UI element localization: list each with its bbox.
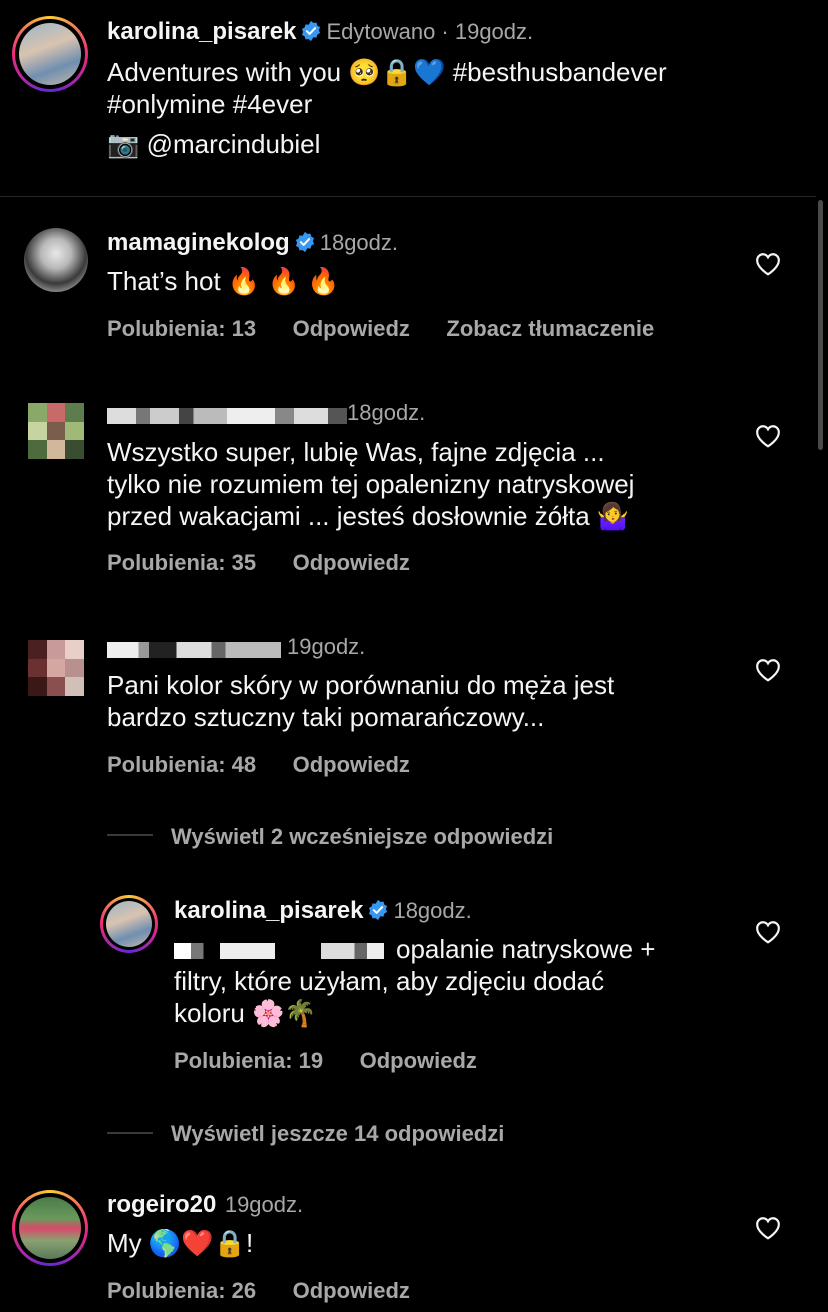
heart-icon[interactable] xyxy=(755,920,781,944)
commenter-avatar[interactable] xyxy=(24,228,88,292)
commenter-avatar[interactable] xyxy=(28,403,84,459)
reply-button[interactable]: Odpowiedz xyxy=(293,550,410,575)
comment-time: 19godz. xyxy=(224,1192,304,1217)
comment-time: 18godz. xyxy=(347,400,426,425)
replies-divider xyxy=(107,834,153,836)
comment-time: 18godz. xyxy=(319,230,399,255)
post-author-username[interactable]: karolina_pisarek xyxy=(107,18,296,45)
reply-author-avatar xyxy=(106,901,152,947)
likes-count[interactable]: Polubienia: 13 xyxy=(107,316,256,341)
post-meta: Edytowano · 19godz. xyxy=(326,19,534,44)
commenter-avatar-ring[interactable] xyxy=(12,1190,88,1266)
censored-mention xyxy=(174,943,384,960)
likes-count[interactable]: Polubienia: 26 xyxy=(107,1278,256,1303)
view-earlier-replies-button[interactable]: Wyświetl 2 wcześniejsze odpowiedzi xyxy=(171,824,553,850)
verified-badge-icon xyxy=(369,899,388,921)
comment-text-line: bardzo sztuczny taki pomarańczowy... xyxy=(107,702,545,732)
replies-divider xyxy=(107,1132,153,1134)
post-caption-line2: #onlymine #4ever xyxy=(107,89,313,119)
comment-text: My 🌎❤️🔒! xyxy=(107,1228,254,1258)
verified-badge-icon xyxy=(302,20,321,42)
likes-count[interactable]: Polubienia: 19 xyxy=(174,1048,323,1073)
commenter-avatar xyxy=(19,1197,81,1259)
comment-time: 19godz. xyxy=(287,634,366,659)
post-caption-line1: Adventures with you 🥺🔒💙 #besthusbandever xyxy=(107,57,667,87)
reply-button[interactable]: Odpowiedz xyxy=(293,316,410,341)
reply-button[interactable]: Odpowiedz xyxy=(360,1048,477,1073)
heart-icon[interactable] xyxy=(755,252,781,276)
photo-credit[interactable]: 📷 @marcindubiel xyxy=(107,128,320,160)
reply-text-line: opalanie natryskowe + xyxy=(396,934,656,964)
caption-divider xyxy=(0,196,816,197)
commenter-avatar[interactable] xyxy=(28,640,84,696)
reply-time: 18godz. xyxy=(393,898,472,923)
reply-button[interactable]: Odpowiedz xyxy=(293,1278,410,1303)
heart-icon[interactable] xyxy=(755,424,781,448)
heart-icon[interactable] xyxy=(755,658,781,682)
see-translation-button[interactable]: Zobacz tłumaczenie xyxy=(446,316,654,341)
commenter-username[interactable]: rogeiro20 xyxy=(107,1191,216,1218)
reply-text-line: filtry, które użyłam, aby zdjęciu dodać xyxy=(174,966,605,996)
censored-username xyxy=(107,407,347,424)
comment-text-line: przed wakacjami ... jesteś dosłownie żół… xyxy=(107,501,630,531)
comment-text-line: Wszystko super, lubię Was, fajne zdjęcia… xyxy=(107,437,605,467)
heart-icon[interactable] xyxy=(755,1216,781,1240)
verified-badge-icon xyxy=(295,231,314,253)
reply-button[interactable]: Odpowiedz xyxy=(293,752,410,777)
commenter-username[interactable]: mamaginekolog xyxy=(107,229,290,256)
post-author-avatar xyxy=(19,23,81,85)
reply-text-line: koloru 🌸🌴 xyxy=(174,998,317,1028)
reply-author-username[interactable]: karolina_pisarek xyxy=(174,897,363,924)
likes-count[interactable]: Polubienia: 35 xyxy=(107,550,256,575)
scrollbar[interactable] xyxy=(818,200,823,450)
censored-username xyxy=(107,641,281,658)
comment-text-line: tylko nie rozumiem tej opalenizny natrys… xyxy=(107,469,635,499)
reply-author-avatar-ring[interactable] xyxy=(100,895,158,953)
post-author-avatar-ring[interactable] xyxy=(12,16,88,92)
comment-text: That’s hot 🔥 🔥 🔥 xyxy=(107,266,340,296)
likes-count[interactable]: Polubienia: 48 xyxy=(107,752,256,777)
comment-text-line: Pani kolor skóry w porównaniu do męża je… xyxy=(107,670,615,700)
view-more-replies-button[interactable]: Wyświetl jeszcze 14 odpowiedzi xyxy=(171,1121,504,1147)
